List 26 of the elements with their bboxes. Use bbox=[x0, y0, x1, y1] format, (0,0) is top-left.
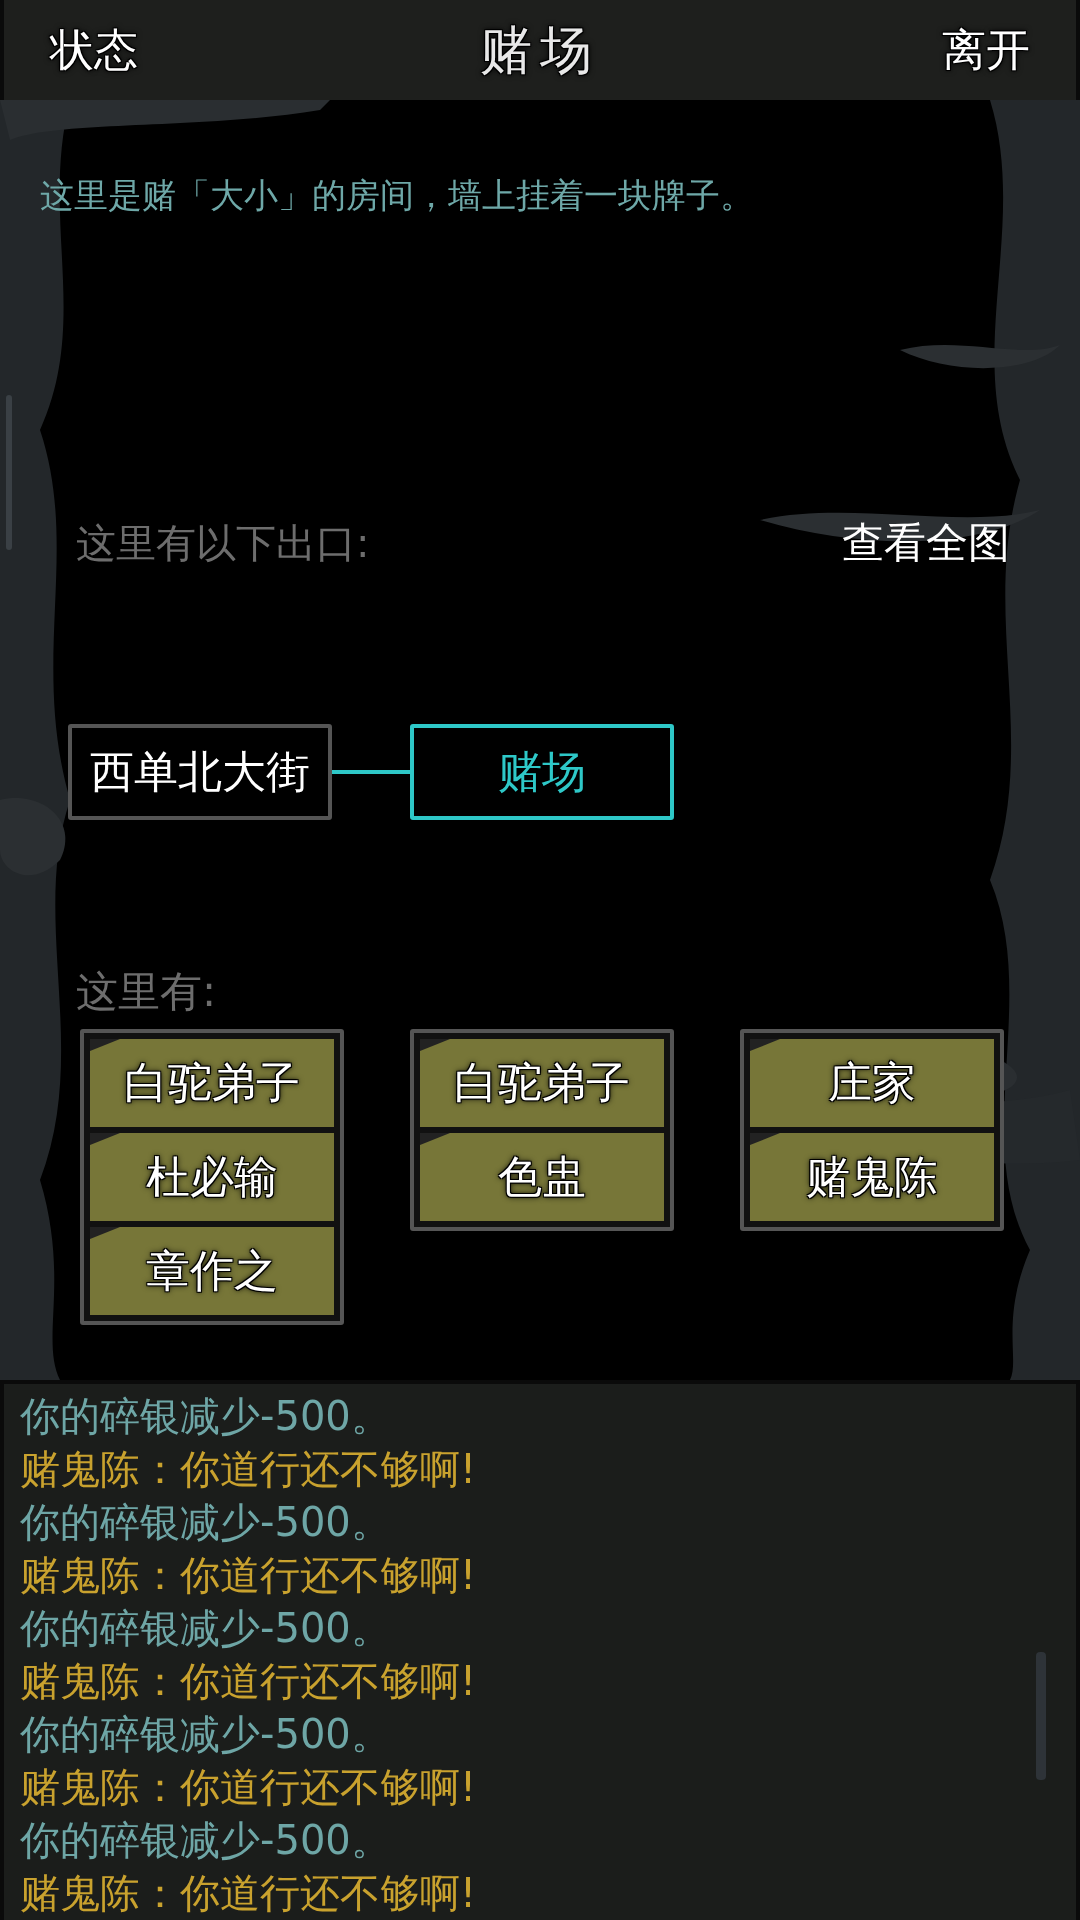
log-message: 你的碎银减少-500。 bbox=[20, 1392, 392, 1441]
log-message: 赌鬼陈：你道行还不够啊! bbox=[20, 1869, 478, 1918]
log-message: 你的碎银减少-500。 bbox=[20, 1710, 392, 1759]
log-message: 赌鬼陈：你道行还不够啊! bbox=[20, 1763, 478, 1812]
npc-button[interactable]: 庄家 bbox=[750, 1039, 994, 1127]
map-room-node[interactable]: 赌场 bbox=[410, 724, 674, 820]
log-message: 赌鬼陈：你道行还不够啊! bbox=[20, 1657, 478, 1706]
full-map-link[interactable]: 查看全图 bbox=[842, 511, 1010, 574]
exits-label: 这里有以下出口: bbox=[76, 518, 370, 568]
npc-button[interactable]: 赌鬼陈 bbox=[750, 1133, 994, 1221]
log-message: 你的碎银减少-500。 bbox=[20, 1816, 392, 1865]
npc-button[interactable]: 杜必输 bbox=[90, 1133, 334, 1221]
log-message: 你的碎银减少-500。 bbox=[20, 1498, 392, 1547]
log-message: 你的碎银减少-500。 bbox=[20, 1604, 392, 1653]
window-title: 赌场 bbox=[480, 19, 600, 82]
log-message: 赌鬼陈：你道行还不够啊! bbox=[20, 1445, 478, 1494]
log-message: 赌鬼陈：你道行还不够啊! bbox=[20, 1551, 478, 1600]
npc-button[interactable]: 色盅 bbox=[420, 1133, 664, 1221]
status-button[interactable]: 状态 bbox=[50, 17, 138, 83]
people-label: 这里有: bbox=[76, 966, 218, 1018]
npc-button[interactable]: 白驼弟子 bbox=[420, 1039, 664, 1127]
room-description: 这里是赌「大小」的房间，墙上挂着一块牌子。 bbox=[40, 174, 755, 217]
leave-button[interactable]: 离开 bbox=[942, 17, 1030, 83]
npc-button[interactable]: 白驼弟子 bbox=[90, 1039, 334, 1127]
npc-button[interactable]: 章作之 bbox=[90, 1227, 334, 1315]
map-room-node[interactable]: 西单北大街 bbox=[68, 724, 332, 820]
